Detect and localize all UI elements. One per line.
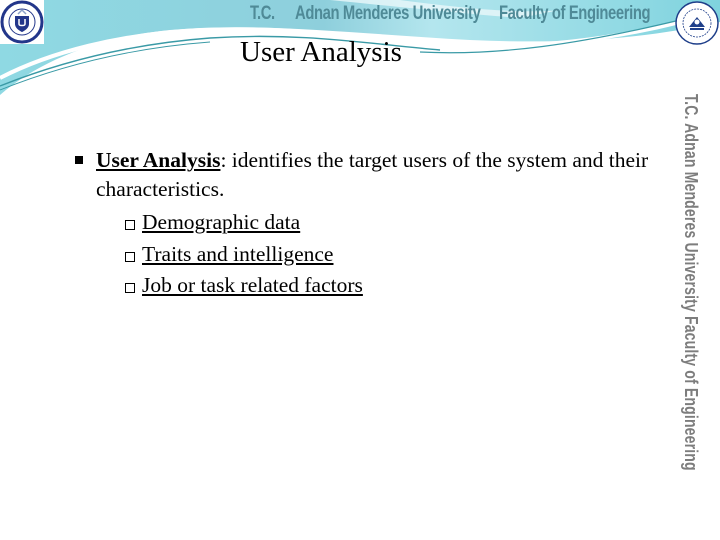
hollow-square-bullet-icon (125, 251, 135, 262)
sub-bullet-label: Job or task related factors (142, 273, 363, 297)
square-bullet-icon (75, 156, 83, 164)
engineering-faculty-seal-icon (675, 1, 719, 45)
slide-title: User Analysis (240, 36, 402, 68)
university-seal-logo (0, 0, 44, 44)
sub-bullet-item: Job or task related factors (75, 270, 675, 302)
header-faculty-text: Faculty of Engineering (499, 3, 651, 24)
engineering-faculty-seal-logo (674, 0, 720, 46)
slide-content: User Analysis: identifies the target use… (75, 146, 675, 302)
bullet-term: User Analysis (96, 148, 221, 172)
sub-bullet-label: Demographic data (142, 210, 301, 234)
main-bullet: User Analysis: identifies the target use… (75, 146, 675, 204)
slide: T.C. Adnan Menderes University Faculty o… (0, 0, 720, 540)
hollow-square-bullet-icon (125, 283, 135, 293)
hollow-square-bullet-icon (125, 220, 135, 230)
university-seal-icon (0, 0, 44, 44)
header-tc-text: T.C. (250, 3, 275, 24)
sub-bullet-item: Demographic data (75, 207, 675, 239)
vertical-side-text: T.C. Adnan Menderes University Faculty o… (681, 94, 701, 471)
sub-bullet-list: Demographic data Traits and intelligence… (75, 207, 675, 302)
sub-bullet-label: Traits and intelligence (142, 241, 334, 266)
header-university-text: Adnan Menderes University (295, 3, 481, 24)
sub-bullet-item: Traits and intelligence (75, 239, 675, 271)
